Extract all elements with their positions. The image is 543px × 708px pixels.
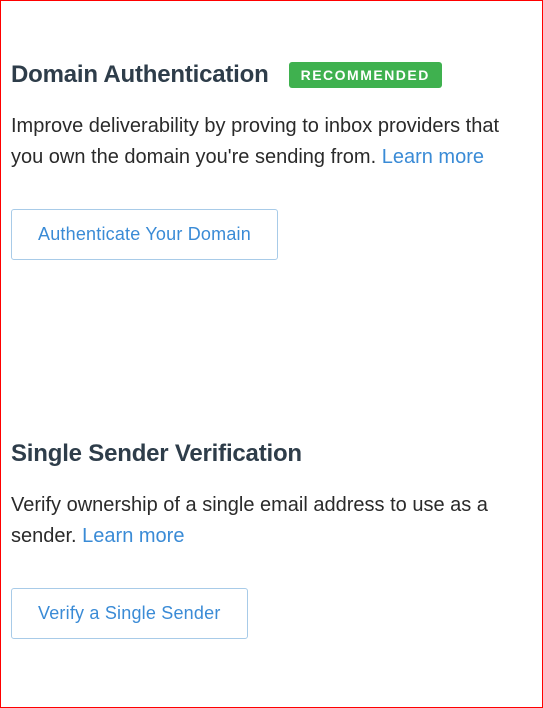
single-sender-heading-row: Single Sender Verification: [11, 440, 532, 468]
single-sender-learn-more-link[interactable]: Learn more: [82, 525, 184, 547]
authenticate-domain-button[interactable]: Authenticate Your Domain: [11, 209, 278, 260]
recommended-badge: RECOMMENDED: [289, 62, 442, 88]
verify-single-sender-button[interactable]: Verify a Single Sender: [11, 588, 248, 639]
domain-authentication-section: Domain Authentication RECOMMENDED Improv…: [11, 61, 532, 260]
single-sender-section: Single Sender Verification Verify owners…: [11, 440, 532, 639]
single-sender-description: Verify ownership of a single email addre…: [11, 490, 511, 552]
domain-auth-learn-more-link[interactable]: Learn more: [382, 146, 484, 168]
domain-auth-description: Improve deliverability by proving to inb…: [11, 111, 511, 173]
domain-auth-heading-row: Domain Authentication RECOMMENDED: [11, 61, 532, 89]
domain-auth-title: Domain Authentication: [11, 61, 269, 89]
single-sender-title: Single Sender Verification: [11, 440, 302, 468]
